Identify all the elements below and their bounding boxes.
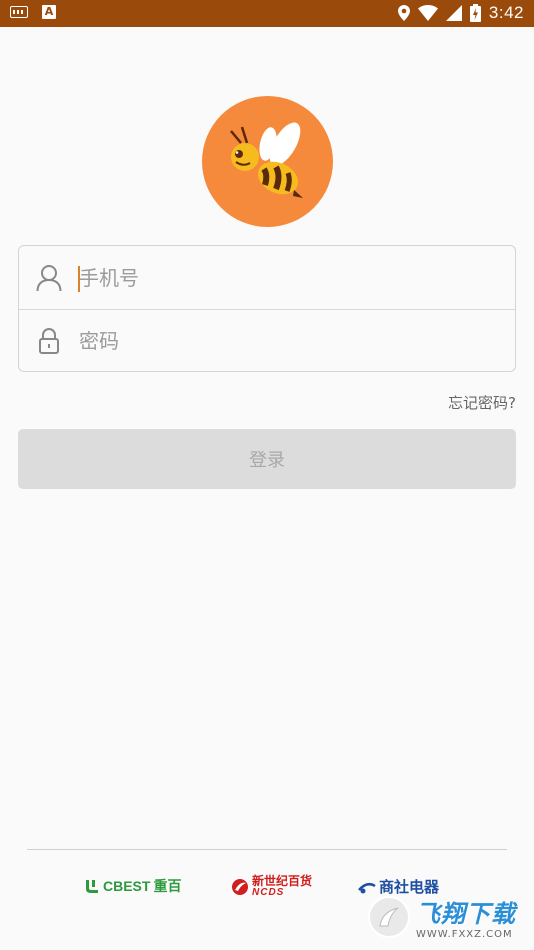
forgot-password-link[interactable]: 忘记密码? <box>448 392 516 413</box>
clock: 3:42 <box>488 3 524 22</box>
brand-ncds-name: NCDS <box>252 887 285 898</box>
watermark-logo-icon <box>368 896 410 938</box>
app-logo <box>202 96 333 227</box>
cbest-mark-icon <box>86 880 98 893</box>
brand-cbest-chinese: 重百 <box>153 878 182 894</box>
brand-ncds-logo: 新世纪百货 NCDS <box>231 874 313 898</box>
password-row <box>19 309 515 372</box>
wifi-icon <box>417 5 438 21</box>
watermark-url: WWW.FXXZ.COM <box>416 929 513 940</box>
phone-input[interactable] <box>79 257 479 298</box>
brand-cbest-name: CBEST <box>103 878 151 894</box>
text-cursor <box>78 266 80 292</box>
brand-ncds-chinese: 新世纪百货 <box>252 874 313 888</box>
user-icon <box>19 246 79 309</box>
brand-cbest-logo: CBEST 重百 <box>84 876 181 896</box>
location-icon <box>397 5 410 21</box>
footer-divider <box>27 849 507 850</box>
ncds-mark-icon <box>232 879 248 895</box>
login-form <box>18 245 516 372</box>
password-input[interactable] <box>79 321 479 361</box>
signal-icon <box>445 5 462 21</box>
status-bar: A 3:42 <box>0 0 534 27</box>
login-button[interactable]: 登录 <box>18 429 516 489</box>
keyboard-icon <box>10 6 28 18</box>
a-notification-icon: A <box>42 5 56 19</box>
lock-icon <box>19 310 79 373</box>
bee-icon <box>230 122 303 198</box>
battery-icon <box>469 4 481 22</box>
watermark-title: 飞翔下载 <box>416 900 516 928</box>
phone-row <box>19 246 515 309</box>
watermark: 飞翔下载 WWW.FXXZ.COM <box>368 888 530 946</box>
